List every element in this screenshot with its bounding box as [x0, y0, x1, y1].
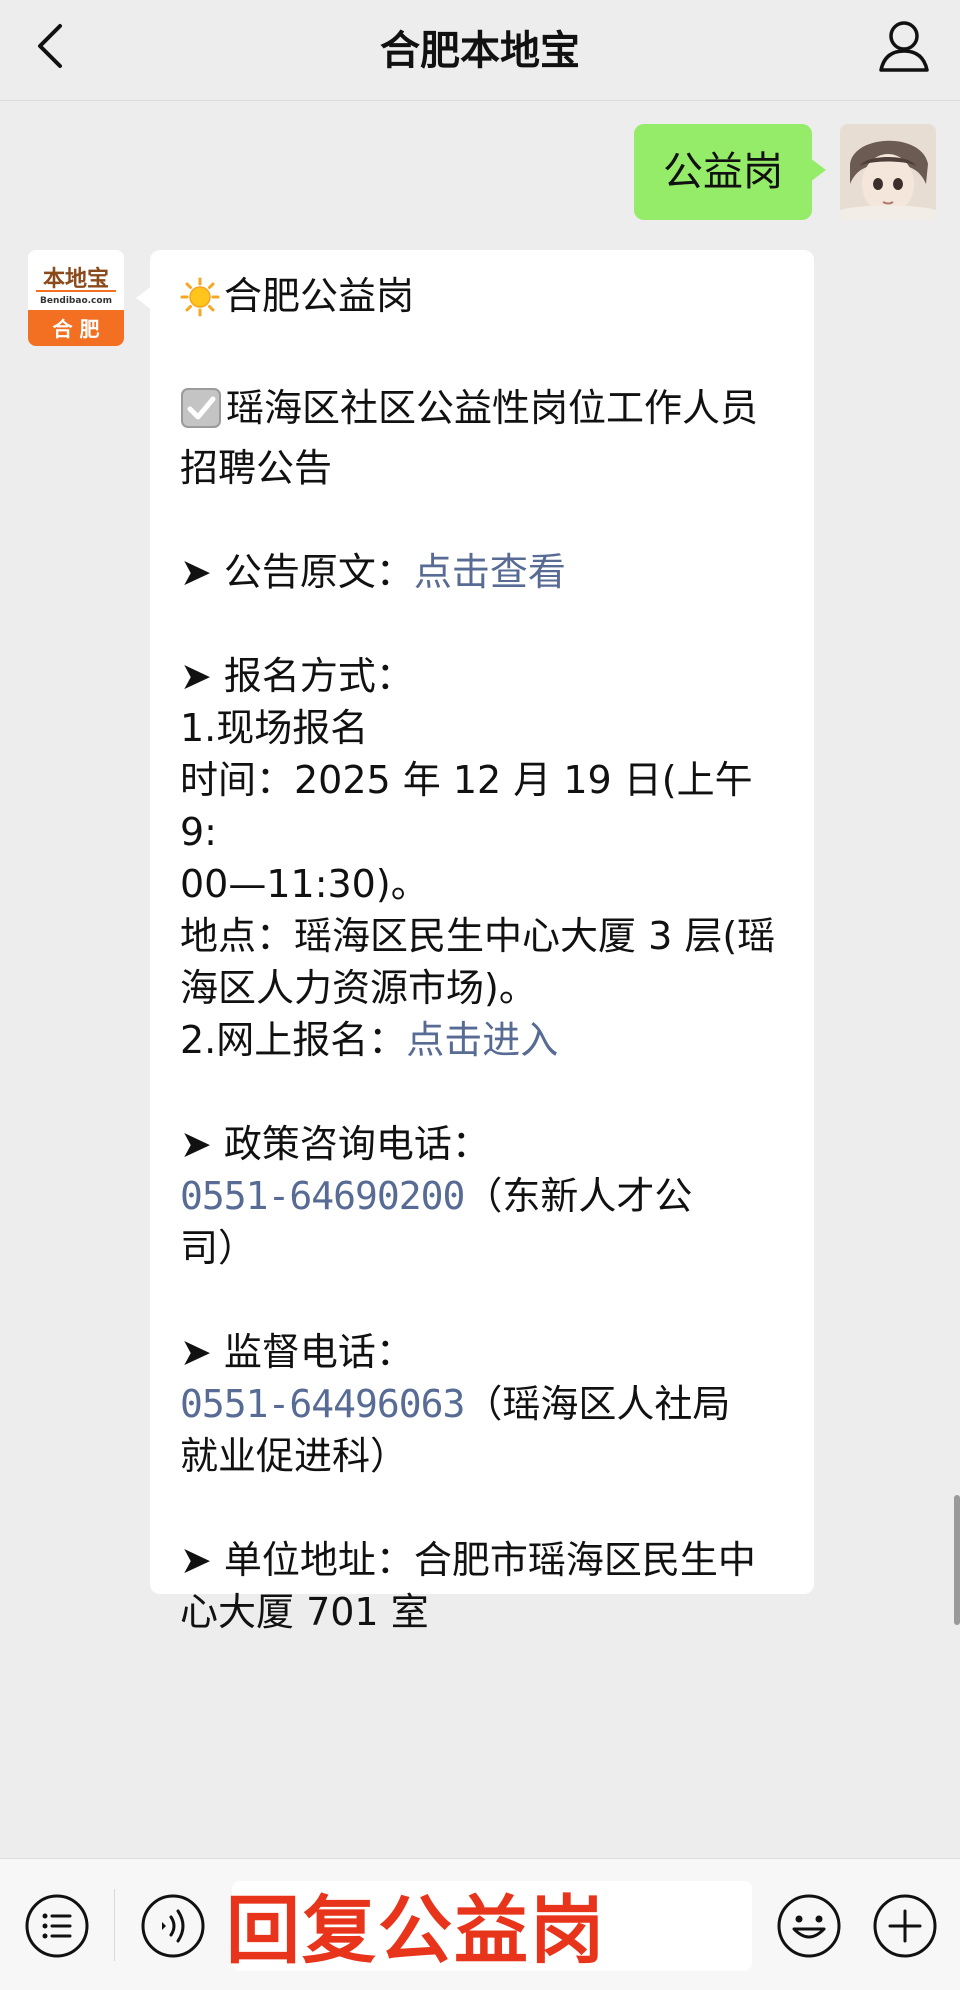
bottom-input-bar: 回复公益岗: [0, 1858, 960, 1990]
emoji-icon[interactable]: [776, 1893, 842, 1959]
policy-org-1: （东新人才公: [464, 1174, 693, 1218]
reply-keyword-text: 回复公益岗: [226, 1888, 606, 1974]
reply-message-bubble: 合肥公益岗 瑶海区社区公益性岗位工作人员 招聘公告 ➤ 公告原文：点击查看 ➤ …: [136, 250, 814, 1634]
supervise-phone-link[interactable]: 0551-64496063: [180, 1382, 465, 1426]
check-box-icon: [180, 387, 222, 442]
policy-label: ➤ 政策咨询电话：: [180, 1122, 490, 1166]
original-line: ➤ 公告原文：点击查看: [180, 546, 788, 598]
time-line-1: 时间：2025 年 12 月 19 日(上午 9:: [180, 758, 765, 854]
bar-divider: [114, 1889, 115, 1961]
plus-icon[interactable]: [872, 1893, 938, 1959]
reply-title-line: 合肥公益岗: [180, 270, 788, 330]
sent-message-bubble[interactable]: 公益岗: [634, 124, 826, 220]
address-line-2: 心大厦 701 室: [180, 1590, 429, 1634]
place-line-2: 海区人力资源市场)。: [180, 966, 537, 1010]
reply-title: 合肥公益岗: [224, 274, 415, 318]
online-link[interactable]: 点击进入: [406, 1018, 558, 1062]
nav-header: 合肥本地宝: [0, 0, 960, 101]
logo-top-text: 本地宝: [43, 266, 109, 292]
scrollbar[interactable]: [954, 1495, 960, 1625]
voice-icon[interactable]: [140, 1893, 206, 1959]
online-label: 2.网上报名：: [180, 1018, 407, 1062]
place-line-1: 地点：瑶海区民生中心大厦 3 层(瑶: [180, 914, 776, 958]
account-avatar[interactable]: 本地宝 Bendibao.com 合 肥: [28, 250, 124, 346]
sun-icon: [180, 277, 220, 330]
user-avatar[interactable]: [840, 124, 936, 220]
chat-title: 合肥本地宝: [380, 28, 580, 74]
policy-phone-line: 0551-64690200（东新人才公: [180, 1170, 788, 1222]
logo-city-text: 合 肥: [53, 317, 100, 341]
logo-url-text: Bendibao.com: [40, 296, 112, 306]
original-link[interactable]: 点击查看: [414, 550, 566, 594]
address-line-1: ➤ 单位地址：合肥市瑶海区民生中: [180, 1538, 756, 1582]
notice-title-2: 招聘公告: [180, 446, 333, 490]
time-line-2: 00—11:30)。: [180, 862, 429, 906]
sent-message-row: 公益岗: [0, 122, 960, 226]
supervise-label: ➤ 监督电话：: [180, 1330, 414, 1374]
notice-title-line: 瑶海区社区公益性岗位工作人员: [180, 382, 788, 442]
register-label: ➤ 报名方式：: [180, 654, 414, 698]
supervise-phone-line: 0551-64496063（瑶海区人社局: [180, 1378, 788, 1430]
menu-list-icon[interactable]: [24, 1893, 90, 1959]
policy-org-2: 司）: [180, 1226, 257, 1270]
notice-title-1: 瑶海区社区公益性岗位工作人员: [226, 386, 759, 430]
original-label: ➤ 公告原文：: [180, 550, 414, 594]
policy-phone-link[interactable]: 0551-64690200: [180, 1174, 465, 1218]
supervise-org-1: （瑶海区人社局: [464, 1382, 731, 1426]
profile-icon[interactable]: [876, 16, 932, 76]
online-line: 2.网上报名：点击进入: [180, 1014, 788, 1066]
supervise-org-2: 就业促进科）: [180, 1434, 409, 1478]
onsite-register: 1.现场报名: [180, 706, 369, 750]
